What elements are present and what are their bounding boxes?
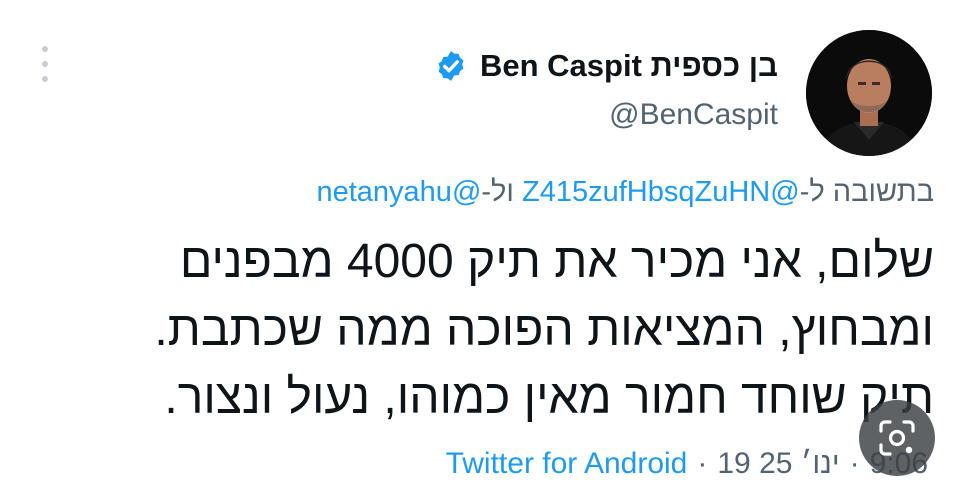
google-lens-icon xyxy=(879,420,915,456)
menu-dot xyxy=(42,61,48,67)
tweet-date[interactable]: 19 ינו׳ 25 xyxy=(717,447,839,481)
meta-separator: · xyxy=(697,447,708,480)
reply-joiner: ול- xyxy=(481,176,523,208)
tweet-line: ומבחוץ, המציאות הפוכה ממה שכתבת. xyxy=(154,303,934,356)
author-display-name: Ben Caspit בן כספית xyxy=(479,48,778,83)
reply-prefix: בתשובה ל- xyxy=(799,176,934,208)
tweet-text: שלום, אני מכיר את תיק 4000 מבפנים ומבחוץ… xyxy=(34,228,934,432)
meta-separator: · xyxy=(849,447,860,480)
mention-link[interactable]: @netanyahu xyxy=(316,176,481,208)
avatar[interactable] xyxy=(806,30,932,156)
reply-context: בתשובה ל-@Z415zufHbsqZuHN ול-@netanyahu xyxy=(316,176,934,209)
author-name-row[interactable]: Ben Caspit בן כספית xyxy=(434,44,778,88)
author-handle[interactable]: @BenCaspit xyxy=(609,98,778,132)
mention-link[interactable]: @Z415zufHbsqZuHN xyxy=(522,176,800,208)
menu-dot xyxy=(42,76,48,82)
tweet-line: תיק שוחד חמור מאין כמוהו, נעול ונצור. xyxy=(164,371,934,424)
tweet-line: שלום, אני מכיר את תיק 4000 מבפנים xyxy=(179,235,934,288)
tweet-meta: Twitter for Android · 19 ינו׳ 25 · 9:06 xyxy=(446,444,928,484)
menu-dot xyxy=(42,46,48,52)
tweet-source-link[interactable]: Twitter for Android xyxy=(446,447,688,481)
verified-badge-icon xyxy=(438,51,464,81)
avatar-portrait-image xyxy=(806,30,932,156)
more-options-icon[interactable] xyxy=(40,46,50,82)
lens-search-button[interactable] xyxy=(859,400,935,476)
